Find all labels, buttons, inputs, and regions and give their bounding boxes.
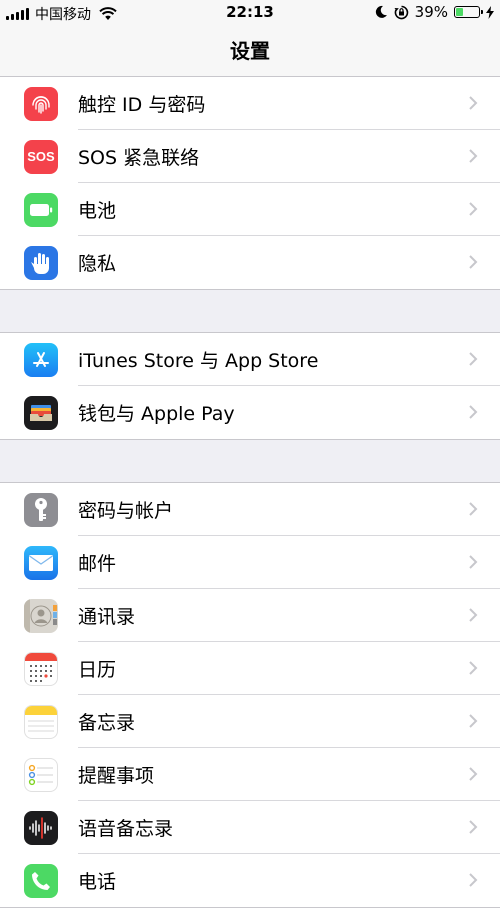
battery-status-icon — [454, 6, 483, 18]
sos-icon: SOS — [24, 139, 58, 174]
chevron-right-icon — [469, 202, 478, 216]
chevron-right-icon — [469, 555, 478, 569]
chevron-right-icon — [469, 502, 478, 516]
phone-icon — [24, 863, 58, 898]
settings-item-label: 日历 — [78, 659, 117, 681]
settings-group-apps: 密码与帐户 邮件 通讯录 日历 备忘录 提醒事项 语音备忘录 电话 — [0, 482, 500, 908]
settings-item-touch-id[interactable]: 触控 ID 与密码 — [0, 77, 500, 130]
battery-icon — [24, 192, 58, 227]
settings-item-privacy[interactable]: 隐私 — [0, 236, 500, 289]
settings-item-label: 通讯录 — [78, 606, 136, 628]
settings-item-notes[interactable]: 备忘录 — [0, 695, 500, 748]
settings-item-emergency-sos[interactable]: SOS SOS 紧急联络 — [0, 130, 500, 183]
moon-icon — [375, 5, 387, 18]
chevron-right-icon — [469, 255, 478, 269]
chevron-right-icon — [469, 149, 478, 163]
chevron-right-icon — [469, 608, 478, 622]
settings-group-security: 触控 ID 与密码 SOS SOS 紧急联络 电池 隐私 — [0, 77, 500, 290]
orientation-lock-icon — [394, 5, 408, 19]
settings-item-label: 密码与帐户 — [78, 500, 174, 522]
chevron-right-icon — [469, 661, 478, 675]
reminders-icon — [24, 757, 58, 792]
settings-item-itunes-app-store[interactable]: iTunes Store 与 App Store — [0, 333, 500, 386]
settings-item-label: 电话 — [78, 871, 117, 893]
settings-item-label: 备忘录 — [78, 712, 136, 734]
settings-item-reminders[interactable]: 提醒事项 — [0, 748, 500, 801]
contacts-icon — [24, 598, 58, 633]
voice-memos-icon — [24, 810, 58, 845]
status-right: 39% — [375, 3, 494, 21]
settings-item-label: 邮件 — [78, 553, 117, 575]
chevron-right-icon — [469, 352, 478, 366]
settings-item-wallet-apple-pay[interactable]: 钱包与 Apple Pay — [0, 386, 500, 439]
fingerprint-icon — [24, 86, 58, 121]
navigation-bar: 设置 — [0, 26, 500, 77]
app-store-icon — [24, 342, 58, 377]
key-icon — [24, 492, 58, 527]
calendar-icon — [24, 651, 58, 686]
settings-item-label: iTunes Store 与 App Store — [78, 350, 319, 372]
charging-bolt-icon — [486, 5, 494, 19]
settings-list: 触控 ID 与密码 SOS SOS 紧急联络 电池 隐私 iTunes Stor… — [0, 77, 500, 908]
chevron-right-icon — [469, 714, 478, 728]
settings-item-label: 隐私 — [78, 253, 117, 275]
mail-icon — [24, 545, 58, 580]
chevron-right-icon — [469, 873, 478, 887]
settings-item-passwords-accounts[interactable]: 密码与帐户 — [0, 483, 500, 536]
privacy-hand-icon — [24, 245, 58, 280]
settings-item-calendar[interactable]: 日历 — [0, 642, 500, 695]
wallet-icon — [24, 395, 58, 430]
settings-item-label: 触控 ID 与密码 — [78, 94, 206, 116]
chevron-right-icon — [469, 767, 478, 781]
settings-item-label: 钱包与 Apple Pay — [78, 403, 235, 425]
settings-item-battery[interactable]: 电池 — [0, 183, 500, 236]
settings-group-store: iTunes Store 与 App Store 钱包与 Apple Pay — [0, 332, 500, 440]
settings-item-voice-memos[interactable]: 语音备忘录 — [0, 801, 500, 854]
status-bar: 中国移动 22:13 39% — [0, 0, 500, 26]
chevron-right-icon — [469, 96, 478, 110]
settings-item-label: SOS 紧急联络 — [78, 147, 200, 169]
settings-item-label: 语音备忘录 — [78, 818, 174, 840]
settings-item-label: 提醒事项 — [78, 765, 155, 787]
notes-icon — [24, 704, 58, 739]
settings-item-mail[interactable]: 邮件 — [0, 536, 500, 589]
page-title: 设置 — [230, 39, 270, 63]
settings-item-contacts[interactable]: 通讯录 — [0, 589, 500, 642]
settings-item-phone[interactable]: 电话 — [0, 854, 500, 907]
chevron-right-icon — [469, 405, 478, 419]
settings-item-label: 电池 — [78, 200, 117, 222]
chevron-right-icon — [469, 820, 478, 834]
battery-percent: 39% — [414, 3, 448, 21]
